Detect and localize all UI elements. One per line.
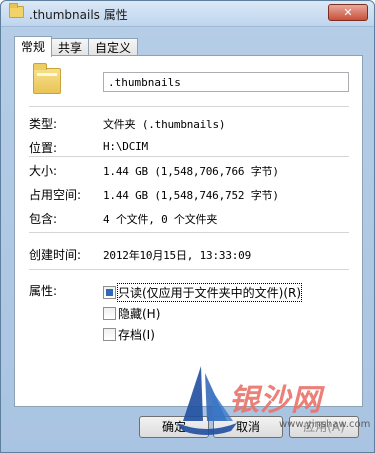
archive-checkbox-label: 存档(I)	[118, 327, 155, 342]
size-label: 大小:	[29, 164, 58, 178]
size-on-disk-value: 1.44 GB (1,548,746,752 字节)	[103, 189, 279, 202]
hidden-checkbox[interactable]: 隐藏(H)	[103, 305, 160, 321]
hidden-checkbox-label: 隐藏(H)	[118, 306, 161, 321]
divider	[29, 106, 349, 107]
tab-sharing[interactable]: 共享	[51, 38, 90, 56]
tab-customize[interactable]: 自定义	[88, 38, 139, 56]
readonly-checkbox[interactable]: 只读(仅应用于文件夹中的文件)(R)	[103, 282, 303, 302]
apply-button[interactable]: 应用(A)	[289, 416, 359, 438]
close-button[interactable]: ✕	[328, 4, 368, 21]
location-value: H:\DCIM	[103, 140, 148, 153]
title-bar[interactable]: .thumbnails 属性 ✕	[1, 1, 374, 27]
attributes-label: 属性:	[29, 284, 58, 298]
contains-value: 4 个文件, 0 个文件夹	[103, 213, 218, 226]
checkbox-icon	[103, 327, 116, 341]
folder-icon	[9, 3, 24, 18]
type-label: 类型:	[29, 117, 58, 131]
tab-strip: 常规 共享 自定义	[14, 36, 139, 57]
properties-dialog: .thumbnails 属性 ✕ 常规 共享 自定义 类型: 文件夹 (.thu…	[0, 0, 375, 453]
cancel-button[interactable]: 取消	[213, 416, 283, 438]
readonly-checkbox-label: 只读(仅应用于文件夹中的文件)(R)	[116, 282, 303, 302]
general-tab-panel: 类型: 文件夹 (.thumbnails) 位置: H:\DCIM 大小: 1.…	[14, 55, 363, 407]
contains-label: 包含:	[29, 212, 58, 226]
divider	[29, 156, 349, 157]
type-value: 文件夹 (.thumbnails)	[103, 118, 226, 131]
created-label: 创建时间:	[29, 248, 82, 262]
checkbox-icon	[103, 306, 116, 320]
size-on-disk-label: 占用空间:	[29, 188, 82, 202]
location-label: 位置:	[29, 141, 58, 155]
checkbox-mixed-icon	[103, 285, 116, 299]
created-value: 2012年10月15日, 13:33:09	[103, 249, 252, 262]
ok-button[interactable]: 确定	[139, 416, 209, 438]
tab-general[interactable]: 常规	[14, 36, 53, 57]
divider	[29, 269, 349, 270]
folder-name-input[interactable]	[103, 72, 349, 92]
size-value: 1.44 GB (1,548,706,766 字节)	[103, 165, 279, 178]
archive-checkbox[interactable]: 存档(I)	[103, 326, 155, 342]
window-title: .thumbnails 属性	[29, 8, 128, 22]
divider	[29, 232, 349, 233]
folder-icon	[33, 63, 61, 94]
